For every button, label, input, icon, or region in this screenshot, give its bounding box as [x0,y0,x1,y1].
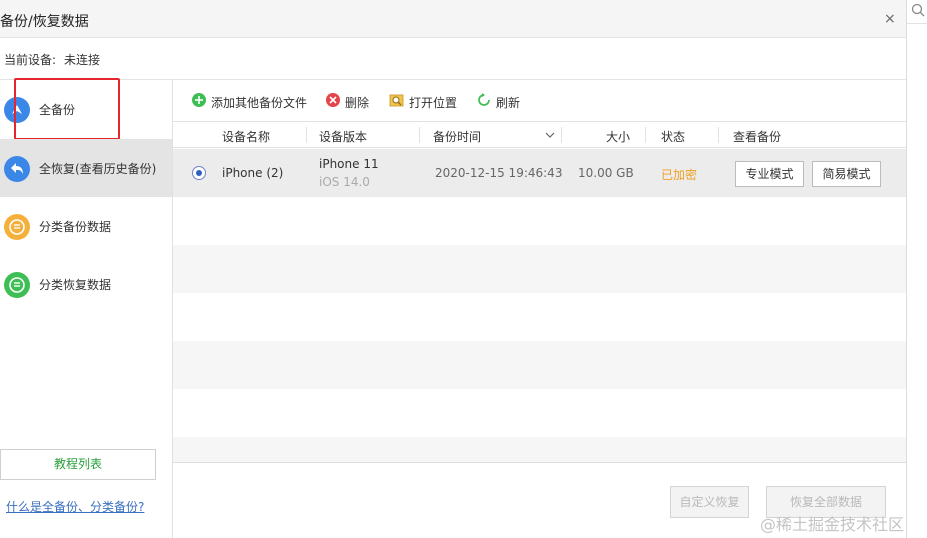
arrow-up-circle-icon [4,97,30,123]
sidebar: 全备份 全恢复(查看历史备份) 分类备份数据 分类恢复数据 教程列表 什么是全备… [0,78,173,538]
background-window-edge [906,0,927,538]
table-row-empty [173,245,906,293]
column-divider [419,127,420,143]
table-row-empty [173,293,906,341]
table-header: 设备名称 设备版本 备份时间 大小 状态 查看备份 [173,122,906,148]
refresh-icon [478,93,490,106]
column-size[interactable]: 大小 [606,128,630,145]
status-badge: 已加密 [661,168,698,182]
sidebar-item-full-restore[interactable]: 全恢复(查看历史备份) [0,139,172,197]
help-link[interactable]: 什么是全备份、分类备份? [6,498,144,515]
sidebar-item-full-backup[interactable]: 全备份 [0,78,172,140]
category-backup-icon [4,214,30,240]
easy-mode-button[interactable]: 简易模式 [812,161,881,187]
device-model: iPhone 11 [319,157,379,171]
search-icon[interactable] [911,3,925,17]
device-label: 当前设备: [4,53,57,67]
backup-size: 10.00 GB [578,166,634,180]
folder-search-icon [389,94,404,107]
sidebar-item-label: 全恢复(查看历史备份) [39,162,157,176]
delete-label: 删除 [345,96,370,110]
column-device-version[interactable]: 设备版本 [319,128,367,145]
column-device-name[interactable]: 设备名称 [222,128,270,145]
column-divider [561,127,562,143]
custom-restore-button[interactable]: 自定义恢复 [670,486,749,518]
toolbar: 添加其他备份文件 删除 打开位置 刷新 [173,80,906,122]
device-status: 未连接 [64,53,101,67]
sidebar-item-label: 分类恢复数据 [39,278,112,292]
column-divider [645,127,646,143]
column-status[interactable]: 状态 [661,128,685,145]
category-restore-icon [4,272,30,298]
chevron-down-icon[interactable] [545,131,555,139]
add-backup-label: 添加其他备份文件 [211,96,308,110]
open-location-label: 打开位置 [409,96,458,110]
sidebar-item-category-backup[interactable]: 分类备份数据 [0,197,172,255]
restore-all-button[interactable]: 恢复全部数据 [766,486,886,518]
row-radio[interactable] [192,166,206,180]
sidebar-item-category-restore[interactable]: 分类恢复数据 [0,255,172,313]
backup-time: 2020-12-15 19:46:43 [435,166,563,180]
plus-circle-icon [192,93,206,107]
refresh-label: 刷新 [496,96,521,110]
footer-bar: 自定义恢复 恢复全部数据 [173,462,906,538]
backup-restore-window: 备份/恢复数据 × 当前设备: 未连接 全备份 全恢复(查看历史备份) 分类备份… [0,0,906,538]
table-row-empty [173,437,906,462]
pro-mode-button[interactable]: 专业模式 [735,161,804,187]
table-row-empty [173,341,906,389]
column-divider [306,127,307,143]
column-divider [718,127,719,143]
arrow-back-circle-icon [4,156,30,182]
tutorial-list-button[interactable]: 教程列表 [0,449,156,480]
table-row-empty [173,389,906,437]
table-row-empty [173,197,906,245]
table-row[interactable]: iPhone (2) iPhone 11 iOS 14.0 2020-12-15… [173,149,906,197]
main-panel: 添加其他备份文件 删除 打开位置 刷新 设备名称 设备版本 备份时间 大小 状态… [173,80,906,538]
sidebar-item-label: 分类备份数据 [39,220,112,234]
column-view-backup[interactable]: 查看备份 [733,128,781,145]
device-status-bar: 当前设备: 未连接 [0,38,906,80]
delete-circle-icon [326,93,340,107]
close-icon[interactable]: × [884,12,896,26]
device-name: iPhone (2) [222,166,284,180]
column-backup-time[interactable]: 备份时间 [433,128,481,145]
device-os: iOS 14.0 [319,175,370,189]
window-title: 备份/恢复数据 [0,14,89,30]
title-bar: 备份/恢复数据 × [0,0,906,38]
background-topbar [907,0,927,24]
sidebar-item-label: 全备份 [39,103,76,117]
